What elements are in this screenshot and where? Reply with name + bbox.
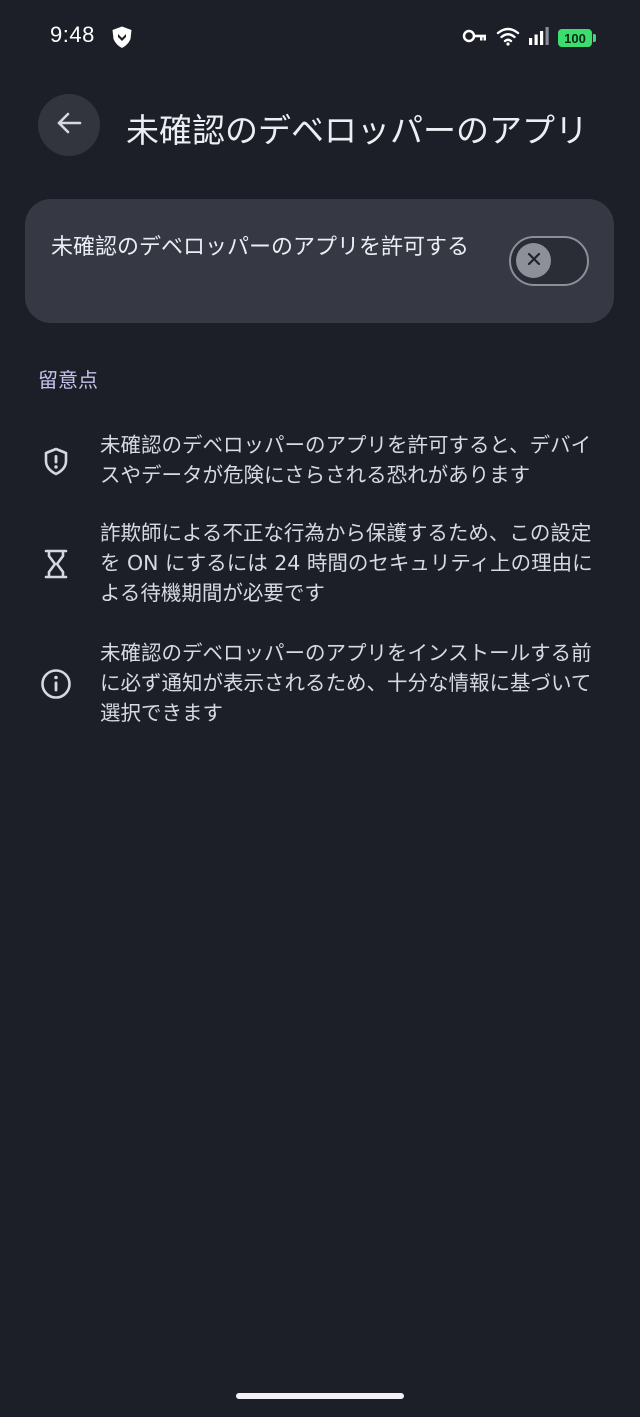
allow-unverified-apps-label: 未確認のデベロッパーのアプリを許可する xyxy=(51,235,470,260)
back-button[interactable] xyxy=(38,94,100,156)
notes-heading: 留意点 xyxy=(38,368,98,392)
close-icon xyxy=(526,251,542,271)
battery-icon: 100 xyxy=(558,29,596,47)
home-indicator[interactable] xyxy=(236,1393,404,1399)
info-icon xyxy=(38,666,74,702)
switch-thumb xyxy=(516,243,551,278)
status-bar: 9:48 100 xyxy=(0,0,640,74)
note-text-notification: 未確認のデベロッパーのアプリをインストールする前に必ず通知が表示されるため、十分… xyxy=(100,641,592,725)
signal-icon xyxy=(528,26,550,50)
allow-unverified-apps-card[interactable]: 未確認のデベロッパーのアプリを許可する xyxy=(25,199,614,323)
allow-unverified-apps-switch[interactable] xyxy=(509,236,589,286)
wifi-icon xyxy=(496,26,520,50)
arrow-left-icon xyxy=(55,109,83,141)
status-icons: 100 xyxy=(462,26,596,50)
key-icon xyxy=(462,26,488,50)
shield-alert-icon xyxy=(38,444,74,480)
note-text-risk: 未確認のデベロッパーのアプリを許可すると、デバイスやデータが危険にさらされる恐れ… xyxy=(100,433,592,487)
status-time: 9:48 xyxy=(50,22,95,47)
hourglass-icon xyxy=(38,546,74,582)
page-title: 未確認のデベロッパーのアプリ xyxy=(126,111,588,150)
shield-app-icon xyxy=(110,25,134,49)
note-text-waiting-period: 詐欺師による不正な行為から保護するため、この設定を ON にするには 24 時間… xyxy=(100,521,593,605)
